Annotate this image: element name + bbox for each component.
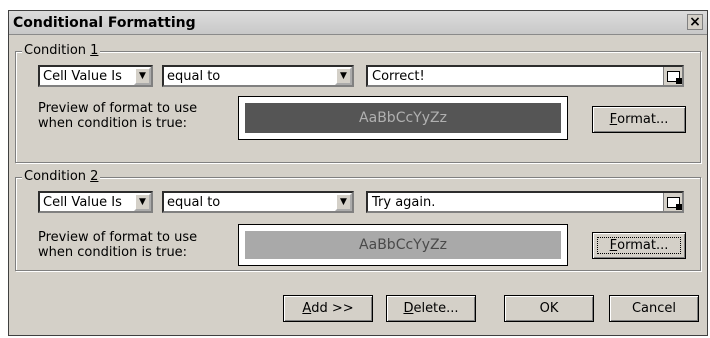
condition-2-type-dropdown[interactable]: Cell Value Is ▼ [38, 191, 153, 213]
range-select-icon [666, 196, 682, 210]
condition-2-preview-label: Preview of format to use when condition … [38, 230, 197, 260]
close-button[interactable]: × [687, 14, 703, 30]
conditional-formatting-dialog: Conditional Formatting × Condition 1 Cel… [8, 10, 708, 336]
condition-1-preview-box: AaBbCcYyZz [238, 96, 568, 140]
condition-2-preview-box: AaBbCcYyZz [238, 224, 568, 266]
condition-2-preview-label-line2: when condition is true: [38, 245, 188, 260]
delete-label: elete... [413, 301, 459, 316]
ok-button[interactable]: OK [504, 295, 594, 322]
condition-2-legend: Condition 2 [22, 169, 101, 184]
condition-1-type-dropdown[interactable]: Cell Value Is ▼ [38, 65, 153, 87]
chevron-down-icon[interactable]: ▼ [134, 67, 151, 85]
condition-1-operator-value: equal to [167, 68, 221, 84]
cancel-button[interactable]: Cancel [609, 295, 699, 322]
cancel-label: Cancel [631, 301, 677, 316]
condition-2-operator-value: equal to [167, 194, 221, 210]
condition-1-format-button[interactable]: Format... [592, 106, 686, 133]
chevron-down-icon[interactable]: ▼ [335, 67, 352, 85]
delete-condition-button[interactable]: Delete... [386, 295, 476, 322]
condition-1-legend-number: 1 [90, 43, 99, 58]
condition-1-group: Condition 1 Cell Value Is ▼ equal to ▼ C… [15, 43, 701, 163]
add-label: dd >> [311, 301, 354, 316]
condition-2-preview-label-line1: Preview of format to use [38, 230, 198, 245]
add-condition-button[interactable]: Add >> [283, 295, 373, 322]
condition-1-legend-text: Condition [24, 43, 91, 58]
range-select-icon [666, 70, 682, 84]
collapse-dialog-button[interactable] [663, 67, 682, 85]
condition-2-preview-sample: AaBbCcYyZz [245, 231, 561, 259]
condition-1-value-text: Correct! [372, 68, 425, 84]
close-icon: × [689, 14, 701, 30]
collapse-dialog-button[interactable] [663, 193, 682, 211]
condition-1-format-label: ormat... [617, 112, 669, 127]
condition-2-legend-text: Condition [24, 169, 91, 184]
condition-2-operator-dropdown[interactable]: equal to ▼ [162, 191, 354, 213]
condition-2-legend-number: 2 [90, 169, 99, 184]
condition-1-format-accel: F [609, 112, 618, 127]
condition-1-preview-label-line1: Preview of format to use [38, 101, 198, 116]
condition-2-format-label: ormat... [617, 238, 669, 253]
condition-2-group: Condition 2 Cell Value Is ▼ equal to ▼ T… [15, 169, 701, 271]
ok-label: OK [539, 301, 559, 316]
condition-1-value-field[interactable]: Correct! [366, 65, 684, 87]
dialog-title: Conditional Formatting [13, 14, 196, 31]
condition-1-preview-sample: AaBbCcYyZz [245, 103, 561, 133]
delete-accel: D [403, 301, 414, 316]
condition-1-operator-dropdown[interactable]: equal to ▼ [162, 65, 354, 87]
condition-1-type-value: Cell Value Is [43, 68, 122, 84]
condition-2-type-value: Cell Value Is [43, 194, 122, 210]
condition-2-format-button[interactable]: Format... [592, 232, 686, 259]
chevron-down-icon[interactable]: ▼ [335, 193, 352, 211]
add-accel: A [302, 301, 312, 316]
condition-1-preview-label-line2: when condition is true: [38, 116, 188, 131]
condition-2-format-accel: F [609, 238, 618, 253]
condition-2-value-text: Try again. [372, 194, 436, 210]
chevron-down-icon[interactable]: ▼ [134, 193, 151, 211]
condition-2-value-field[interactable]: Try again. [366, 191, 684, 213]
condition-1-legend: Condition 1 [22, 43, 101, 58]
condition-1-preview-label: Preview of format to use when condition … [38, 101, 197, 131]
title-bar[interactable]: Conditional Formatting × [9, 11, 707, 35]
